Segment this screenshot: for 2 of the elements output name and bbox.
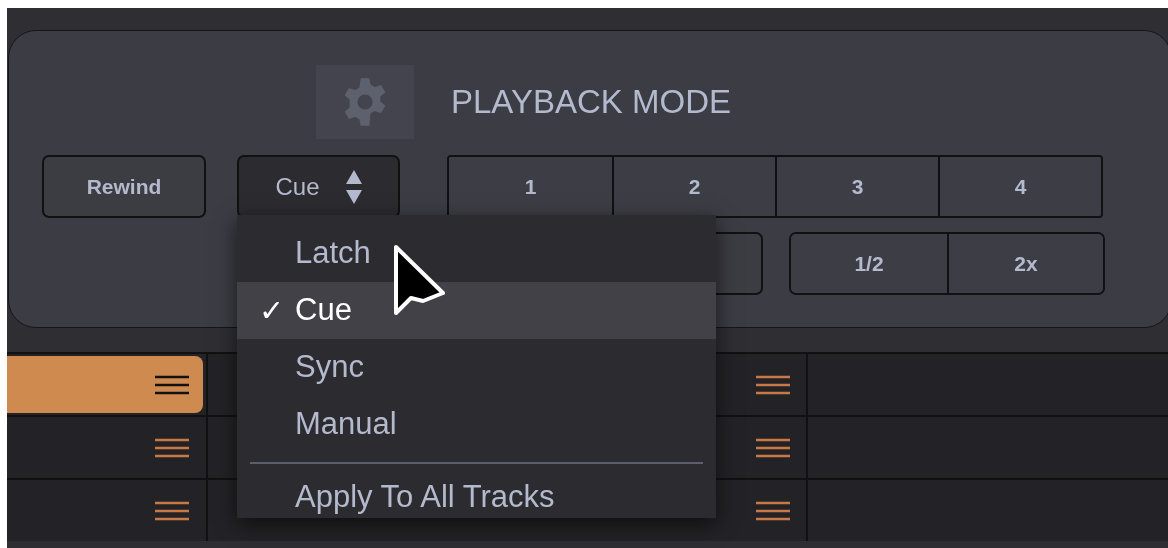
panel-title: PLAYBACK MODE (451, 82, 731, 123)
checkmark-icon: ✓ (259, 288, 284, 333)
